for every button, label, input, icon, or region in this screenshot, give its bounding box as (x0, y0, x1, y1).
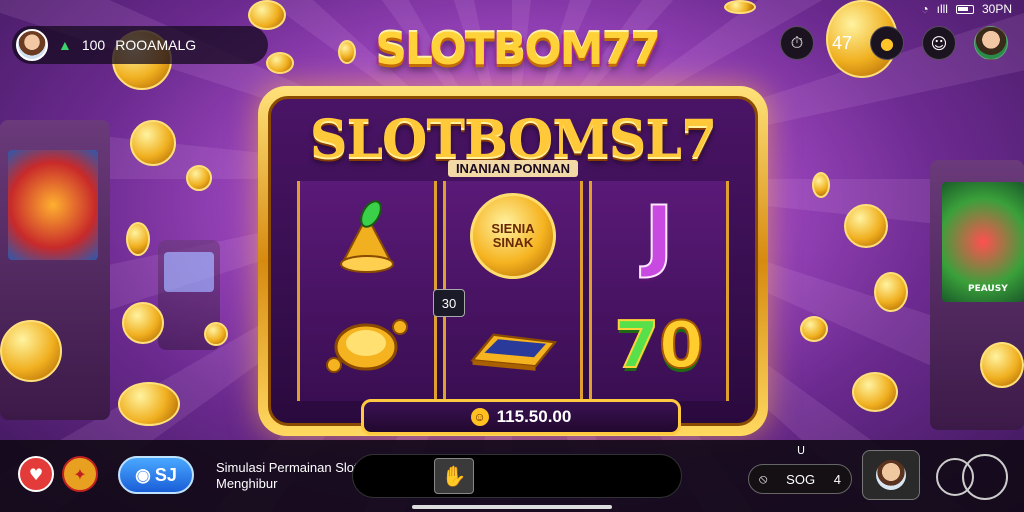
arcade-screen-left (8, 150, 98, 260)
coin-badge-symbol: SIENIA SINAK (468, 193, 558, 279)
machine-subtitle: INANIAN PONNAN (271, 160, 755, 177)
coin (130, 120, 176, 166)
shield-icon[interactable]: ♥ (18, 456, 54, 492)
seven-digit: 7 (613, 308, 660, 384)
user-avatar-icon[interactable] (974, 26, 1008, 60)
coin-badge-line-1: SIENIA (491, 220, 535, 236)
player-profile[interactable]: ▲ 100 ROOAMALG (12, 26, 268, 64)
status-time: 30PN (981, 2, 1012, 16)
reel-3: J 70 (589, 181, 729, 401)
profile-prefix: 100 (81, 37, 106, 53)
friend-avatar[interactable] (862, 450, 920, 500)
coin (980, 342, 1024, 388)
bottom-bar: ♥ ✦ ◉ SJ Simulasi Permainan Slot yang Me… (0, 440, 1024, 512)
timer-icon[interactable]: ⏱ (779, 26, 814, 60)
coin (0, 320, 62, 382)
wifi-icon: ◔ (921, 2, 929, 16)
coin (126, 222, 150, 256)
j-symbol: J (643, 190, 674, 282)
blue-pill-label: SJ (154, 464, 177, 485)
score-icon: ⦸ (759, 471, 768, 486)
top-right-controls: ⏱ 47 ● ☺ (779, 26, 1008, 60)
chat-input[interactable] (352, 454, 682, 498)
home-indicator[interactable] (412, 505, 612, 509)
machine-subtitle-text: INANIAN PONNAN (447, 160, 579, 177)
coin (812, 172, 830, 198)
score-suffix: 4 (833, 471, 841, 487)
coin (118, 382, 180, 426)
score-pill[interactable]: ⦸ SOG 4 (748, 464, 852, 494)
arcade-cabinet-right: PEAUSY (930, 160, 1024, 430)
coin (186, 165, 212, 191)
coin (338, 40, 356, 64)
game-logo: SLOTBOM77 (375, 24, 661, 75)
win-amount-bar: ☺ 115.50.00 (361, 399, 681, 435)
slot-machine-panel: SLOTBOMSL7 INANIAN PONNAN SIENIA SINAK J… (268, 96, 758, 435)
coin (852, 372, 898, 412)
coin (874, 272, 908, 312)
arcade-screen-left-far (164, 252, 214, 292)
battery-icon (955, 4, 974, 14)
badge-icon[interactable]: ✦ (62, 456, 98, 492)
blue-pill-button[interactable]: ◉ SJ (118, 456, 194, 494)
coin (122, 302, 164, 344)
reel-1 (297, 181, 437, 401)
level-up-icon: ▲ (58, 37, 72, 53)
u-mark: U (797, 444, 806, 457)
score-value: SOG (786, 471, 816, 487)
gold-coin-icon[interactable]: ● (870, 26, 904, 60)
reel-line-badge: 30 (433, 289, 465, 317)
coin (204, 322, 228, 346)
gold-bar-symbol-icon (468, 305, 558, 387)
rings-icon[interactable] (936, 454, 1016, 500)
player-count: 47 (831, 32, 852, 53)
bell-symbol-icon (322, 195, 412, 277)
hand-icon[interactable]: ✋ (434, 458, 474, 494)
reels[interactable]: SIENIA SINAK J 70 (297, 181, 729, 401)
smile-coin-icon: ☺ (470, 408, 489, 426)
chat-bubble-icon: ◉ (135, 464, 151, 485)
status-bar: ◔ ılll 30PN (884, 0, 1024, 18)
coin (844, 204, 888, 248)
coin (248, 0, 286, 30)
coin (800, 316, 828, 342)
coin-badge: SIENIA SINAK (470, 193, 556, 279)
avatar[interactable] (16, 29, 48, 61)
gold-coin-symbol-icon (322, 305, 412, 387)
friend-face (876, 460, 906, 490)
zero-digit: 0 (658, 308, 705, 384)
win-amount: 115.50.00 (496, 407, 572, 426)
seven-zero-symbol: 70 (613, 305, 705, 387)
signal-icon: ılll (936, 2, 948, 16)
slot-machine: SLOTBOMSL7 INANIAN PONNAN SIENIA SINAK J… (258, 86, 768, 436)
ring-right (962, 454, 1008, 500)
arcade-sign-right: PEAUSY (968, 284, 1008, 294)
coin (724, 0, 756, 14)
player-name: ROOAMALG (115, 37, 197, 53)
coin-badge-line-2: SINAK (492, 235, 534, 250)
friends-icon[interactable]: ☺ (922, 26, 956, 60)
coin (266, 52, 294, 74)
